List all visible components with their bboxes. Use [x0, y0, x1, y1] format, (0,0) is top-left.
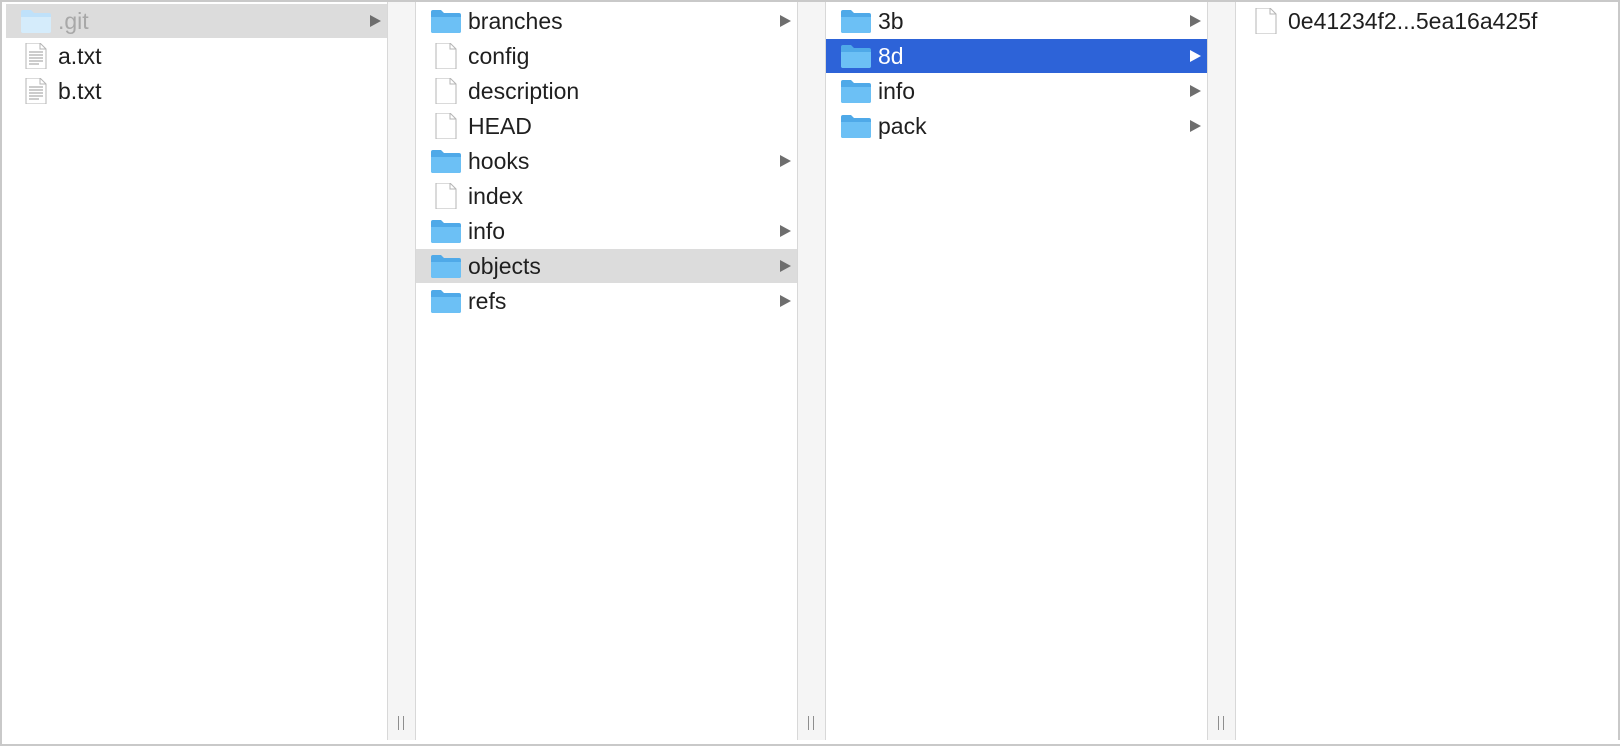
- list-item-label: 8d: [878, 43, 904, 69]
- column-resizer-2[interactable]: [798, 2, 826, 740]
- list-item-label: refs: [468, 288, 507, 314]
- chevron-right-icon: [1190, 15, 1201, 27]
- chevron-right-icon: [370, 15, 381, 27]
- chevron-right-icon: [780, 295, 791, 307]
- folder-icon: [431, 290, 461, 313]
- list-item-label: info: [878, 78, 916, 104]
- chevron-right-icon: [1190, 85, 1201, 97]
- file-icon: [1255, 8, 1277, 34]
- list-item-branches[interactable]: branches: [416, 4, 797, 38]
- column-resizer-1[interactable]: [388, 2, 416, 740]
- list-item-label: info: [468, 218, 506, 244]
- list-item-label: description: [468, 78, 580, 104]
- list-item-hooks[interactable]: hooks: [416, 144, 797, 178]
- folder-icon: [431, 220, 461, 243]
- file-icon: [435, 113, 457, 139]
- list-item-label: index: [468, 183, 523, 209]
- chevron-right-icon: [780, 15, 791, 27]
- list-item-description[interactable]: description: [416, 74, 797, 108]
- resize-grip-icon: [1217, 716, 1225, 730]
- list-item-label: a.txt: [58, 43, 102, 69]
- folder-icon: [841, 115, 871, 138]
- list-item-a-txt[interactable]: a.txt: [6, 39, 387, 73]
- list-item-refs[interactable]: refs: [416, 284, 797, 318]
- list-item-label: branches: [468, 8, 563, 34]
- list-item-objects[interactable]: objects: [416, 249, 797, 283]
- list-item-head[interactable]: HEAD: [416, 109, 797, 143]
- column-4[interactable]: 0e41234f2...5ea16a425f: [1236, 2, 1620, 740]
- list-item-object-file[interactable]: 0e41234f2...5ea16a425f: [1236, 4, 1618, 38]
- column-2[interactable]: branches config description HEAD hooks i…: [416, 2, 798, 740]
- list-item-label: config: [468, 43, 530, 69]
- file-icon: [435, 183, 457, 209]
- list-item-b-txt[interactable]: b.txt: [6, 74, 387, 108]
- folder-icon: [841, 10, 871, 33]
- text-file-icon: [25, 43, 47, 69]
- list-item-3b[interactable]: 3b: [826, 4, 1207, 38]
- list-item-label: hooks: [468, 148, 530, 174]
- column-1[interactable]: .git a.txt b.txt: [6, 2, 388, 740]
- folder-icon: [431, 10, 461, 33]
- list-item-info[interactable]: info: [826, 74, 1207, 108]
- list-item-label: pack: [878, 113, 927, 139]
- list-item-label: .git: [58, 8, 89, 34]
- chevron-right-icon: [1190, 50, 1201, 62]
- column-3[interactable]: 3b 8d info pack: [826, 2, 1208, 740]
- chevron-right-icon: [780, 155, 791, 167]
- file-icon: [435, 78, 457, 104]
- list-item-label: 0e41234f2...5ea16a425f: [1288, 8, 1538, 34]
- list-item-git[interactable]: .git: [6, 4, 387, 38]
- folder-icon: [841, 45, 871, 68]
- chevron-right-icon: [780, 260, 791, 272]
- list-item-label: HEAD: [468, 113, 532, 139]
- column-resizer-3[interactable]: [1208, 2, 1236, 740]
- chevron-right-icon: [780, 225, 791, 237]
- list-item-label: objects: [468, 253, 541, 279]
- folder-icon: [431, 255, 461, 278]
- resize-grip-icon: [397, 716, 405, 730]
- folder-icon: [841, 80, 871, 103]
- file-icon: [435, 43, 457, 69]
- chevron-right-icon: [1190, 120, 1201, 132]
- list-item-label: 3b: [878, 8, 904, 34]
- list-item-label: b.txt: [58, 78, 102, 104]
- folder-icon: [21, 10, 51, 33]
- list-item-index[interactable]: index: [416, 179, 797, 213]
- resize-grip-icon: [807, 716, 815, 730]
- list-item-info[interactable]: info: [416, 214, 797, 248]
- folder-icon: [431, 150, 461, 173]
- list-item-config[interactable]: config: [416, 39, 797, 73]
- text-file-icon: [25, 78, 47, 104]
- list-item-8d[interactable]: 8d: [826, 39, 1207, 73]
- column-browser: .git a.txt b.txt branches config descrip…: [0, 0, 1620, 746]
- list-item-pack[interactable]: pack: [826, 109, 1207, 143]
